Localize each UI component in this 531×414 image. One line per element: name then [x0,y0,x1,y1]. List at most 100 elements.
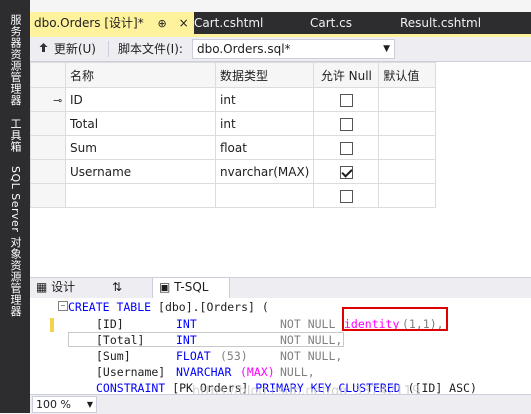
column-name-cell[interactable]: Sum [65,135,216,160]
allow-null-cell [313,159,380,184]
primary-key-icon: ⊸ [53,93,63,107]
table-row[interactable]: ⊸ ID int [30,87,437,112]
header-type: 数据类型 [214,62,315,88]
allow-null-checkbox[interactable] [339,93,353,107]
default-cell[interactable] [378,135,437,160]
sql-object-explorer-label: SQL Server 对象资源管理器 [9,166,22,317]
sql-line: CREATE TABLE [dbo].[Orders] ( [68,299,269,315]
tab-result-cshtml[interactable]: Result.cshtml [400,12,481,34]
sql-text: NOT NULL [280,317,336,331]
collapse-icon[interactable]: − [58,301,68,311]
column-name-cell[interactable]: Username [65,159,216,184]
script-file-value: dbo.Orders.sql* [197,42,291,56]
columns-grid: 名称 数据类型 允许 Null 默认值 ⊸ ID int Total int S… [30,62,531,277]
default-cell[interactable] [378,87,437,112]
sql-keyword: INT [176,317,197,331]
designer-toolbar: 更新(U) 脚本文件(I): dbo.Orders.sql* ▼ [30,37,531,62]
row-selector[interactable] [30,159,66,184]
annotation-highlight-box [342,307,448,331]
sql-text: (53) [220,349,248,363]
allow-null-cell [313,87,380,112]
editor-status-bar: 100 % ▼ [30,394,531,414]
sql-line: [ID] INT NOT NULL identity (1,1), [96,316,444,332]
current-line-highlight [68,332,344,347]
sql-line: [Username] NVARCHAR (MAX) NULL, [96,364,315,380]
tsql-icon: ▣ [159,280,171,294]
sql-keyword: NVARCHAR [176,365,232,379]
server-explorer-label: 服务器资源管理器 [9,14,22,106]
lower-pane-tabs: ▦ 设计 ⇅ ▣ T-SQL [30,277,531,299]
left-tool-strip: 服务器资源管理器 工具箱 SQL Server 对象资源管理器 [0,0,30,413]
row-selector[interactable] [30,135,66,160]
header-allow-null: 允许 Null [313,62,380,88]
sql-text: [ID] [96,317,124,331]
tab-design[interactable]: ▦ 设计 [36,278,75,297]
column-type-cell[interactable]: nvarchar(MAX) [214,159,315,184]
row-selector[interactable] [30,183,66,208]
close-icon[interactable]: × [179,16,189,30]
sql-text: [Sum] [96,349,131,363]
column-type-cell[interactable] [214,183,315,208]
swap-panes-icon: ⇅ [112,280,123,294]
update-label: 更新(U) [53,42,96,56]
tab-label: dbo.Orders [设计]* [34,16,144,30]
allow-null-cell [313,183,380,208]
tab-design-label: 设计 [51,280,76,294]
allow-null-checkbox[interactable] [339,141,353,155]
table-row[interactable]: Sum float [30,135,437,160]
update-icon [38,40,50,58]
default-cell[interactable] [378,183,437,208]
sql-text: NOT NULL, [280,349,343,363]
tab-label: Cart.cs [310,16,353,30]
sql-keyword: CREATE TABLE [68,300,152,314]
script-file-label: 脚本文件(I): [118,42,183,56]
tab-tsql[interactable]: ▣ T-SQL [152,277,230,299]
sql-line: [Sum] FLOAT (53) NOT NULL, [96,348,342,364]
sql-keyword: CONSTRAINT [96,381,166,394]
tab-swap-panes[interactable]: ⇅ [112,278,122,297]
default-cell[interactable] [378,159,437,184]
zoom-value: 100 % [36,398,71,411]
allow-null-checkbox-checked[interactable] [339,165,353,179]
sql-text: [dbo].[Orders] ( [151,300,269,314]
header-default: 默认值 [378,62,437,88]
toolbox-label: 工具箱 [9,118,22,153]
default-cell[interactable] [378,111,437,136]
toolbar-divider [108,41,109,57]
column-name-cell[interactable]: Total [65,111,216,136]
zoom-dropdown[interactable]: 100 % ▼ [32,396,97,413]
design-icon: ▦ [36,280,48,294]
column-type-cell[interactable]: float [214,135,315,160]
update-button[interactable]: 更新(U) [38,40,96,58]
table-row[interactable]: Username nvarchar(MAX) [30,159,437,184]
row-selector[interactable]: ⊸ [30,87,66,112]
column-type-cell[interactable]: int [214,111,315,136]
column-name-cell[interactable]: ID [65,87,216,112]
row-selector-header [30,62,66,88]
tab-label: Cart.cshtml [194,16,264,30]
allow-null-cell [313,135,380,160]
toolbox-tab[interactable]: 工具箱 [0,118,30,162]
tab-orders-design[interactable]: dbo.Orders [设计]* ⊕ × [30,12,194,34]
allow-null-checkbox[interactable] [339,117,353,131]
allow-null-checkbox[interactable] [339,189,353,203]
document-tab-strip: dbo.Orders [设计]* ⊕ × Cart.cshtml Cart.cs… [30,12,531,34]
tab-label: Result.cshtml [400,16,482,30]
table-row[interactable]: Total int [30,111,437,136]
chevron-down-icon: ▼ [86,400,93,409]
grid-header-row: 名称 数据类型 允许 Null 默认值 [30,62,437,88]
change-marker [50,318,54,332]
sql-object-explorer-tab[interactable]: SQL Server 对象资源管理器 [0,166,30,326]
sql-keyword: FLOAT [176,349,211,363]
allow-null-cell [313,111,380,136]
row-selector[interactable] [30,111,66,136]
table-row-new[interactable] [30,183,437,208]
tab-cart-cshtml[interactable]: Cart.cshtml [194,12,263,34]
pin-icon[interactable]: ⊕ [158,17,167,30]
tab-cart-cs[interactable]: Cart.cs [310,12,352,34]
server-explorer-tab[interactable]: 服务器资源管理器 [0,14,30,114]
column-name-cell[interactable] [65,183,216,208]
column-type-cell[interactable]: int [214,87,315,112]
header-name: 名称 [65,62,216,88]
script-file-dropdown[interactable]: dbo.Orders.sql* ▼ [192,39,395,59]
